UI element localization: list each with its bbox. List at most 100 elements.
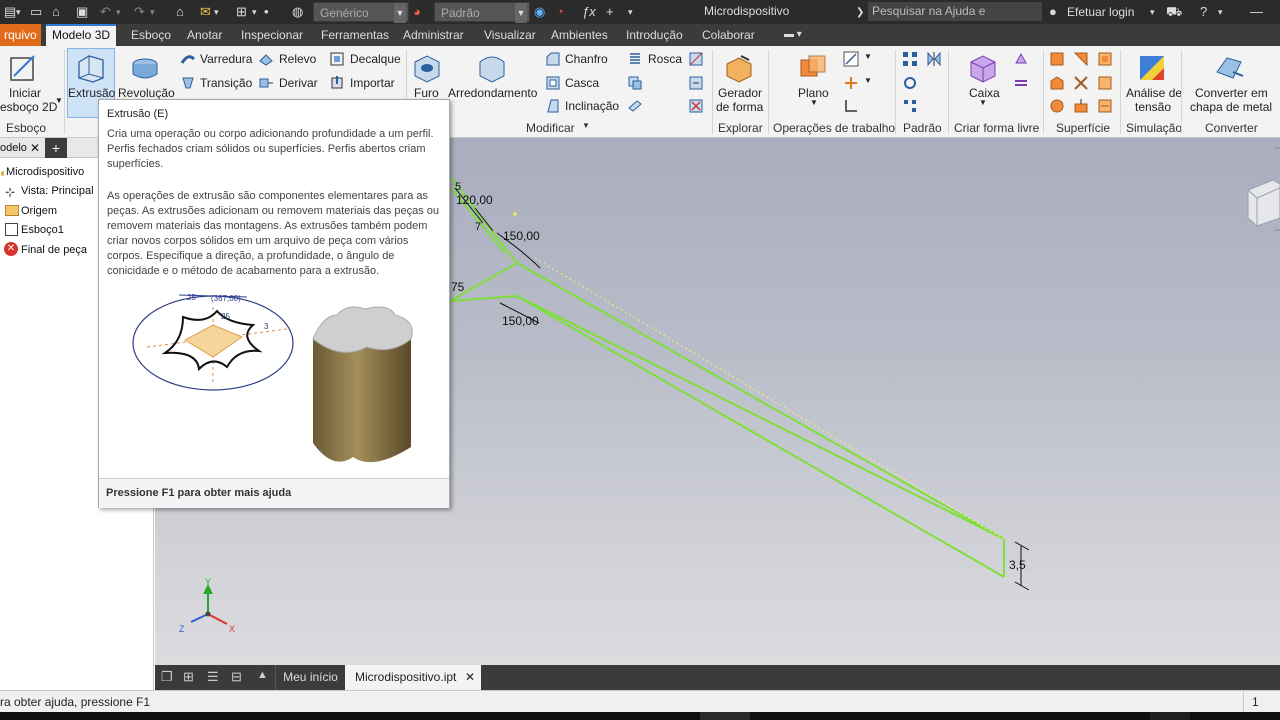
login-dropdown-icon[interactable]: ▾	[1150, 4, 1155, 20]
home-icon[interactable]: ⌂	[176, 4, 184, 20]
fillet-label[interactable]: Arredondamento	[448, 86, 537, 100]
tab-tools[interactable]: Ferramentas	[321, 24, 389, 46]
update-icon[interactable]: •	[264, 4, 269, 20]
axis-icon[interactable]	[843, 51, 859, 67]
decal-label[interactable]: Decalque	[350, 52, 401, 66]
sweep-label[interactable]: Varredura	[200, 52, 252, 66]
dim-label-7[interactable]: 7	[475, 221, 481, 233]
tab-environments[interactable]: Ambientes	[551, 24, 608, 46]
loft-label[interactable]: Transição	[200, 76, 252, 90]
replace-face-icon[interactable]	[1073, 98, 1089, 114]
import-label[interactable]: Importar	[350, 76, 395, 90]
tab-annotate[interactable]: Anotar	[187, 24, 222, 46]
patch-icon[interactable]	[1097, 51, 1113, 67]
sketch-pattern-icon[interactable]	[902, 98, 918, 114]
material-combo[interactable]: Genérico ▼	[313, 2, 409, 23]
mirror-icon[interactable]	[926, 51, 942, 67]
select-dropdown-icon[interactable]: ▾	[252, 4, 257, 20]
stress-analysis-label-2[interactable]: tensão	[1135, 100, 1171, 114]
shell-label[interactable]: Casca	[565, 76, 599, 90]
taskbar-item[interactable]	[700, 712, 750, 720]
split-icon[interactable]	[688, 51, 704, 67]
cascade-windows-icon[interactable]: ❐	[161, 669, 173, 685]
browser-tab-model[interactable]: odelo	[0, 142, 27, 154]
panel-options-icon[interactable]: ▬ ▾	[784, 24, 802, 46]
redo-dropdown-icon[interactable]: ▾	[150, 4, 155, 20]
save-icon[interactable]: ▣	[76, 4, 88, 20]
project-dropdown-icon[interactable]: ▾	[214, 4, 219, 20]
freeform-convert-icon[interactable]	[1013, 75, 1029, 91]
stitch-icon[interactable]	[1073, 51, 1089, 67]
project-icon[interactable]: ✉	[200, 4, 211, 20]
sculpt-icon[interactable]	[1049, 75, 1065, 91]
extend-surface-icon[interactable]	[1097, 75, 1113, 91]
start-sketch-dropdown-icon[interactable]: ▼	[55, 96, 63, 105]
tree-item-end-of-part[interactable]: Final de peça	[21, 244, 87, 256]
freeform-edit-icon[interactable]	[1013, 51, 1029, 67]
sweep-icon[interactable]	[180, 51, 196, 67]
tab-my-home[interactable]: Meu início	[275, 665, 345, 690]
sketch-point[interactable]	[513, 212, 517, 216]
draft-label[interactable]: Inclinação	[565, 99, 619, 113]
undo-dropdown-icon[interactable]: ▾	[116, 4, 121, 20]
chamfer-icon[interactable]	[545, 51, 561, 67]
redo-icon[interactable]: ↷	[134, 4, 145, 20]
plus-icon[interactable]: +	[606, 4, 614, 20]
shell-icon[interactable]	[545, 75, 561, 91]
tab-file[interactable]: rquivo	[0, 24, 41, 46]
search-input[interactable]: Pesquisar na Ajuda e comandos...	[868, 2, 1042, 37]
cart-icon[interactable]: ⛟	[1166, 4, 1182, 20]
circular-pattern-icon[interactable]	[902, 75, 918, 91]
emboss-label[interactable]: Relevo	[279, 52, 316, 66]
tree-item-sketch1[interactable]: Esboço1	[21, 224, 64, 236]
hole-icon[interactable]	[411, 52, 443, 84]
start-sketch-icon[interactable]	[8, 52, 40, 84]
dim-label-150-bottom[interactable]: 150,00	[502, 314, 539, 328]
new-file-icon[interactable]: ▤	[4, 4, 16, 20]
folder-open-icon[interactable]: ⌂	[52, 4, 60, 20]
color-wheel-icon[interactable]: ◕	[413, 4, 421, 20]
tab-sketch[interactable]: Esboço	[131, 24, 171, 46]
chevron-right-icon[interactable]: ❯	[856, 5, 864, 21]
tab-collaborate[interactable]: Colaborar	[702, 24, 755, 46]
stress-analysis-icon[interactable]	[1136, 52, 1168, 84]
hole-label[interactable]: Furo	[414, 86, 439, 100]
trim-surface-icon[interactable]	[1073, 75, 1089, 91]
dim-label-120[interactable]: 120,00	[456, 193, 493, 207]
repair-bodies-icon[interactable]	[1097, 98, 1113, 114]
derive-label[interactable]: Derivar	[279, 76, 318, 90]
freeform-box-icon[interactable]	[967, 52, 999, 84]
tab-view[interactable]: Visualizar	[484, 24, 536, 46]
start-sketch-label[interactable]: Iniciar	[8, 86, 42, 100]
tab-document[interactable]: Microdispositivo.ipt ✕	[345, 665, 481, 690]
tree-item-part[interactable]: Microdispositivo	[6, 166, 84, 178]
import-icon[interactable]	[329, 75, 345, 91]
fillet-icon[interactable]	[476, 52, 508, 84]
axis-dropdown-icon[interactable]: ▼	[864, 52, 872, 61]
extrude-icon[interactable]	[75, 52, 107, 84]
tab-inspect[interactable]: Inspecionar	[241, 24, 303, 46]
undo-icon[interactable]: ↶	[100, 4, 111, 20]
shape-generator-label[interactable]: Gerador	[718, 86, 762, 100]
document-list-icon[interactable]: ▲	[257, 669, 268, 681]
direct-edit-icon[interactable]	[688, 75, 704, 91]
thread-icon[interactable]	[627, 51, 643, 67]
draft-icon[interactable]	[545, 98, 561, 114]
combine-icon[interactable]	[627, 75, 643, 91]
close-icon[interactable]: ✕	[465, 665, 475, 690]
tree-item-view[interactable]: Vista: Principal	[21, 185, 94, 197]
open-icon[interactable]: ▭	[30, 4, 42, 20]
stress-analysis-label[interactable]: Análise de	[1126, 86, 1182, 100]
dim-label-thickness[interactable]: 3,5	[1009, 558, 1026, 572]
close-icon[interactable]: ✕	[30, 141, 40, 155]
plane-dropdown-icon[interactable]: ▼	[810, 98, 818, 107]
point-dropdown-icon[interactable]: ▼	[864, 76, 872, 85]
shape-generator-label-2[interactable]: de forma	[716, 100, 763, 114]
loft-icon[interactable]	[180, 75, 196, 91]
start-sketch-label-2[interactable]: esboço 2D	[0, 100, 57, 114]
ucs-icon[interactable]	[843, 98, 859, 114]
clear-appearance-icon[interactable]: ◔	[556, 4, 564, 20]
dim-label-5[interactable]: 5	[455, 181, 461, 193]
revolve-icon[interactable]	[129, 52, 161, 84]
customize-dropdown-icon[interactable]: ▾	[628, 4, 633, 20]
